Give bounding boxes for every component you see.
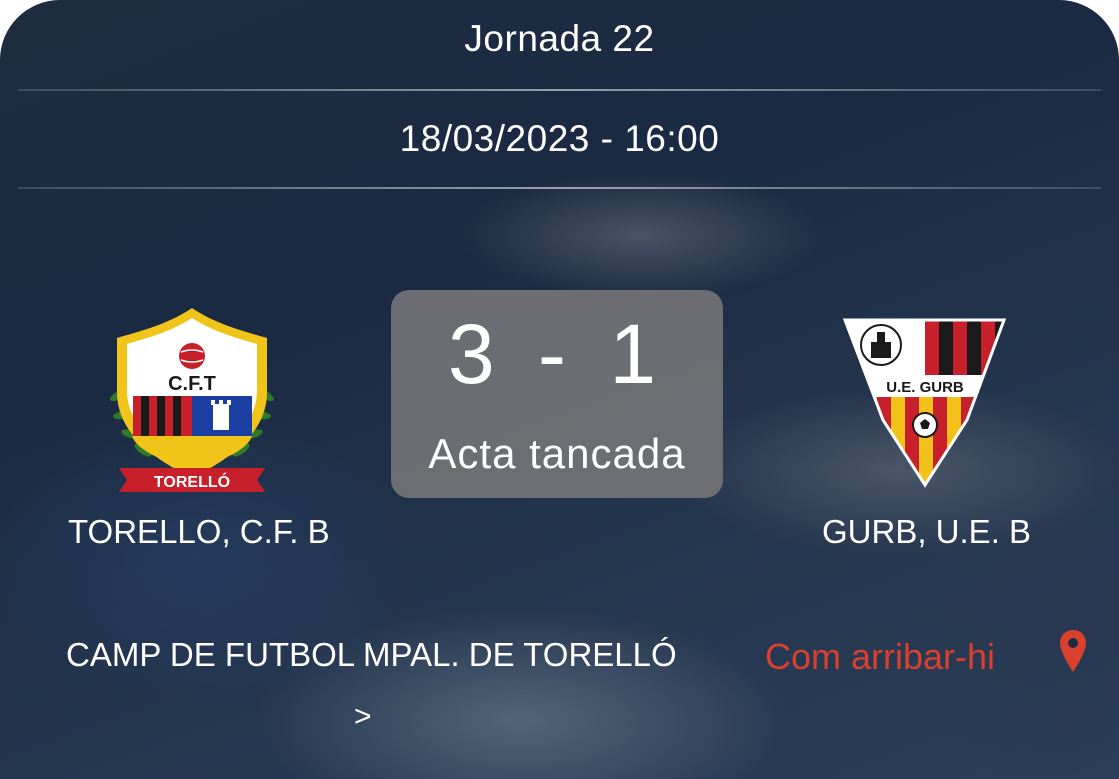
venue-link[interactable]: CAMP DE FUTBOL MPAL. DE TORELLÓ bbox=[66, 636, 677, 674]
home-team-name[interactable]: TORELLO, C.F. B bbox=[68, 513, 330, 551]
divider-top bbox=[18, 89, 1101, 91]
match-status: Acta tancada bbox=[428, 430, 686, 477]
directions-link[interactable]: Com arribar-hi bbox=[765, 636, 995, 678]
crest-text: U.E. GURB bbox=[886, 379, 964, 396]
svg-text:C.F.T: C.F.T bbox=[168, 373, 216, 395]
away-team-name[interactable]: GURB, U.E. B bbox=[822, 513, 1031, 551]
match-score: 3 - 1 bbox=[447, 307, 667, 401]
round-label: Jornada 22 bbox=[464, 18, 655, 59]
match-datetime: 18/03/2023 - 16:00 bbox=[399, 118, 720, 159]
home-team[interactable]: C.F.T TORELLÓ bbox=[72, 300, 312, 495]
chevron-right-icon[interactable]: > bbox=[354, 700, 372, 734]
away-team[interactable]: U.E. GURB bbox=[804, 300, 1044, 490]
torello-cft-crest-icon: C.F.T TORELLÓ bbox=[110, 308, 274, 492]
divider-bottom bbox=[18, 187, 1101, 189]
ue-gurb-crest-icon: U.E. GURB bbox=[842, 318, 1006, 488]
match-card: Jornada 22 18/03/2023 - 16:00 C.F.T TORE… bbox=[0, 0, 1119, 779]
map-pin-icon[interactable] bbox=[1058, 628, 1088, 674]
score-box[interactable]: 3 - 1 Acta tancada bbox=[391, 290, 723, 498]
crest-banner-text: TORELLÓ bbox=[154, 472, 230, 491]
